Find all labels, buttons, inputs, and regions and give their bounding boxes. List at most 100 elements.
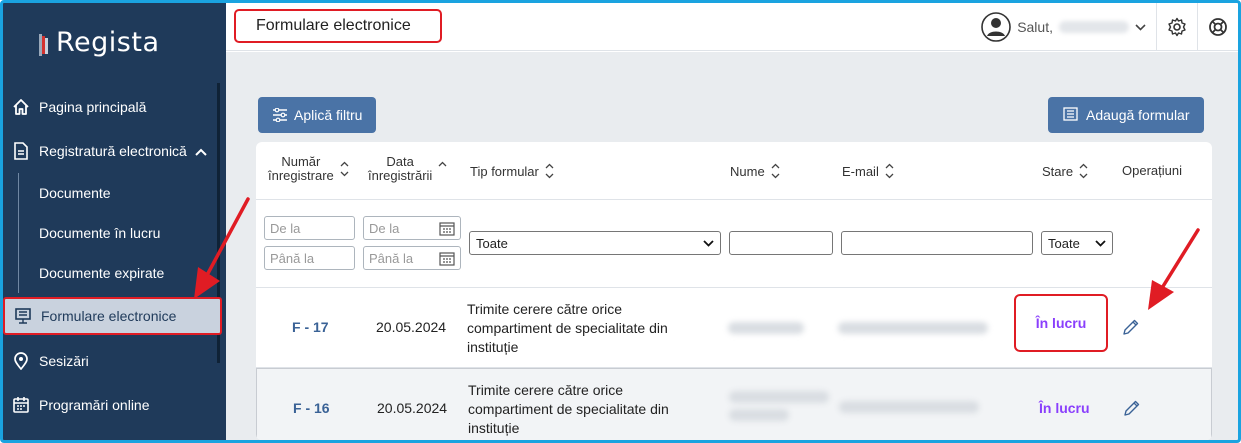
column-nume-label: Nume [730,163,765,179]
location-pin-icon [11,351,31,371]
document-icon [11,141,31,161]
chevron-down-icon[interactable] [1135,18,1146,36]
column-numar-line1: Număr [281,154,321,169]
sidebar-subitem-documente-expirate[interactable]: Documente expirate [3,253,226,293]
row-tip-line: instituție [468,420,520,436]
sidebar-subitem-documente[interactable]: Documente [3,173,226,213]
pencil-icon [1123,319,1139,335]
row-tip-formular: Trimite cerere către orice compartiment … [468,381,708,438]
data-from-placeholder: De la [369,220,400,236]
column-data[interactable]: Data înregistrării [368,155,447,183]
calendar-icon[interactable] [439,221,455,239]
row-numar[interactable]: F - 16 [293,400,330,416]
stare-selected: Toate [1048,235,1080,251]
tip-formular-select[interactable]: Toate [469,231,721,255]
sidebar-item-sesizari[interactable]: Sesizări [3,339,226,383]
row-data: 20.05.2024 [376,319,447,335]
row-status-highlight: În lucru [1014,294,1108,352]
lifebuoy-icon [1209,18,1227,36]
row-nume-redacted [729,409,789,421]
email-filter-input[interactable] [841,231,1033,255]
monitor-form-icon [13,306,33,326]
column-stare-label: Stare [1042,163,1074,179]
sort-icon[interactable] [545,163,554,179]
chevron-down-icon [1095,239,1106,247]
row-numar[interactable]: F - 17 [292,319,329,335]
sidebar-item-formulare-electronice[interactable]: Formulare electronice [3,297,222,335]
row-nume-redacted [729,391,829,403]
sidebar-subnav: Documente Documente în lucru Documente e… [3,173,226,293]
sort-icon[interactable] [438,161,447,177]
row-tip-line: Trimite cerere către orice [467,301,623,317]
column-data-line1: Data [386,154,414,169]
add-form-icon [1063,107,1078,121]
calendar-icon[interactable] [439,251,455,269]
pencil-icon [1124,400,1140,416]
sidebar-item-registratura[interactable]: Registratură electronică [3,129,226,173]
stare-select[interactable]: Toate [1041,231,1113,255]
user-name-redacted [1059,21,1129,33]
add-form-label: Adaugă formular [1086,107,1190,123]
user-greeting[interactable]: Salut, [1017,19,1053,35]
data-to-input[interactable]: Până la [363,246,461,270]
logo-mark-icon [39,34,55,56]
column-operatiuni-label: Operațiuni [1122,163,1182,178]
logo[interactable]: Regista [39,29,160,56]
add-form-button[interactable]: Adaugă formular [1048,97,1204,133]
column-email[interactable]: E-mail [842,163,894,179]
edit-button[interactable] [1122,318,1140,341]
chevron-up-icon[interactable] [195,143,207,159]
edit-button[interactable] [1123,399,1141,422]
row-nume-redacted [728,322,804,334]
sidebar-nav: Pagina principală Registratură electroni… [3,85,226,427]
sort-icon[interactable] [885,163,894,179]
main-content: Aplică filtru Adaugă formular Număr înreg… [226,52,1238,440]
row-status: În lucru [1039,400,1090,416]
column-data-line2: înregistrării [368,168,433,183]
numar-from-input[interactable]: De la [264,216,355,240]
table-row[interactable]: F - 17 20.05.2024 Trimite cerere către o… [256,288,1212,368]
sidebar-item-label: Sesizări [39,353,89,369]
sidebar-item-label: Programări online [39,397,150,413]
column-numar-line2: înregistrare [268,168,334,183]
sort-icon[interactable] [340,161,349,177]
apply-filter-label: Aplică filtru [294,107,363,123]
sidebar-item-programari-online[interactable]: Programări online [3,383,226,427]
column-stare[interactable]: Stare [1042,163,1088,179]
chevron-down-icon [703,239,714,247]
table-header: Număr înregistrare Data înregistrării Tip … [256,142,1212,200]
sidebar-item-pagina-principala[interactable]: Pagina principală [3,85,226,129]
data-from-input[interactable]: De la [363,216,461,240]
column-operatiuni: Operațiuni [1122,163,1182,178]
row-email-redacted [839,401,979,413]
home-icon [11,97,31,117]
sidebar-subitem-documente-in-lucru[interactable]: Documente în lucru [3,213,226,253]
column-tip-label: Tip formular [470,163,539,179]
calendar-icon [11,395,31,415]
settings-button[interactable] [1157,3,1197,51]
top-bar: Formulare electronice Salut, [226,3,1238,51]
row-tip-line: compartiment de specialitate din [468,401,669,417]
row-tip-line: Trimite cerere către orice [468,382,624,398]
tip-formular-selected: Toate [476,235,508,251]
sort-icon[interactable] [771,163,780,179]
row-tip-line: instituție [467,339,519,355]
sort-icon[interactable] [1079,163,1088,179]
page-title: Formulare electronice [234,9,442,43]
nume-filter-input[interactable] [729,231,833,255]
user-avatar-icon[interactable] [981,12,1011,42]
logo-text: Regista [56,27,160,58]
column-nume[interactable]: Nume [730,163,780,179]
column-numar[interactable]: Număr înregistrare [268,155,349,183]
data-to-placeholder: Până la [369,250,414,266]
column-email-label: E-mail [842,163,879,179]
row-data: 20.05.2024 [377,400,448,416]
sliders-icon [273,108,287,122]
user-area: Salut, [981,3,1238,51]
row-tip-formular: Trimite cerere către orice compartiment … [467,300,707,357]
apply-filter-button[interactable]: Aplică filtru [258,97,377,133]
column-tip-formular[interactable]: Tip formular [470,163,554,179]
numar-to-input[interactable]: Până la [264,246,355,270]
table-row[interactable]: F - 16 20.05.2024 Trimite cerere către o… [256,368,1212,440]
help-button[interactable] [1198,3,1238,51]
